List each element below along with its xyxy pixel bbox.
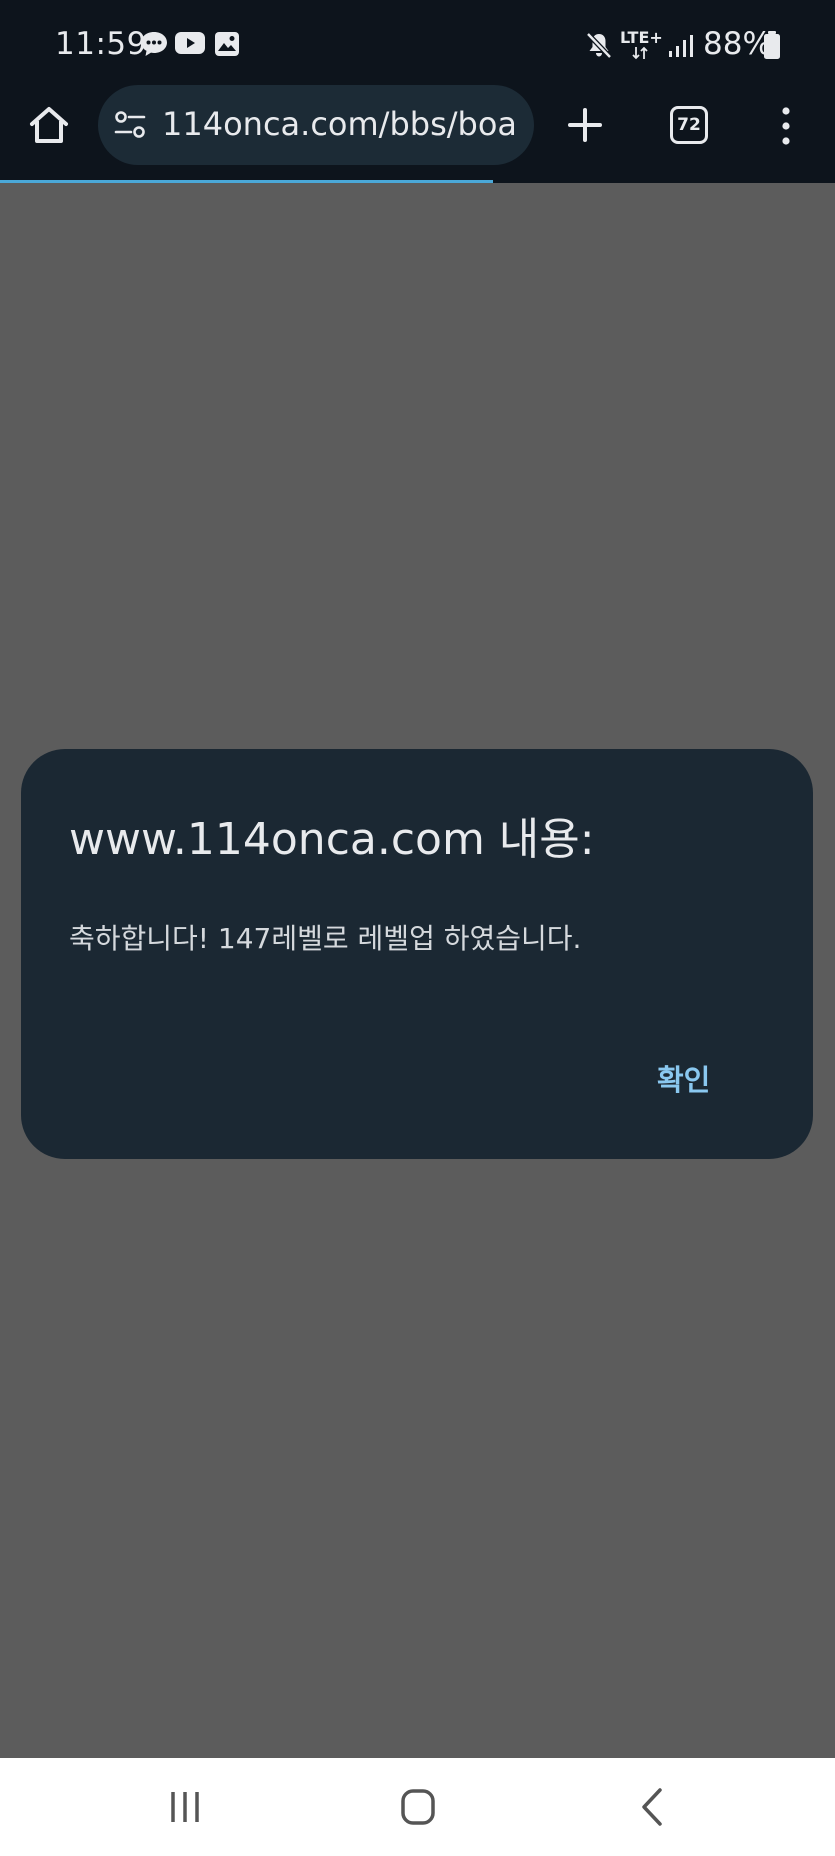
recent-apps-icon	[171, 1792, 199, 1822]
status-bar: 11:59 LTE+ 88%	[0, 0, 835, 84]
system-nav-bar	[0, 1758, 835, 1856]
ok-button[interactable]: 확인	[651, 1053, 716, 1103]
dialog-message: 축하합니다! 147레벨로 레벨업 하였습니다.	[69, 922, 582, 955]
battery-icon	[764, 31, 780, 59]
lte-icon: LTE+	[620, 28, 666, 60]
more-menu-icon[interactable]	[778, 106, 794, 146]
gallery-icon	[215, 32, 239, 56]
back-icon	[642, 1788, 662, 1826]
mute-icon	[586, 32, 612, 59]
site-settings-icon[interactable]	[114, 110, 146, 140]
url-text[interactable]: 114onca.com/bbs/board	[162, 105, 514, 143]
back-button[interactable]	[622, 1782, 682, 1832]
signal-icon	[669, 35, 693, 57]
dialog-title: www.114onca.com 내용:	[69, 814, 595, 865]
tab-switcher-button[interactable]: 72	[670, 106, 708, 144]
home-button[interactable]	[388, 1782, 448, 1832]
new-tab-icon[interactable]	[567, 107, 603, 143]
lte-label: LTE+	[620, 28, 663, 47]
address-bar[interactable]: 114onca.com/bbs/board	[98, 85, 534, 165]
youtube-icon	[175, 32, 205, 54]
alert-dialog: www.114onca.com 내용: 축하합니다! 147레벨로 레벨업 하였…	[21, 749, 813, 1159]
home-nav-icon	[401, 1789, 435, 1825]
tab-count: 72	[677, 115, 701, 135]
browser-toolbar: 114onca.com/bbs/board 72	[0, 84, 835, 180]
home-icon[interactable]	[28, 105, 70, 145]
chat-bubble-icon	[141, 32, 167, 56]
recent-apps-button[interactable]	[155, 1782, 215, 1832]
status-time: 11:59	[55, 26, 147, 62]
